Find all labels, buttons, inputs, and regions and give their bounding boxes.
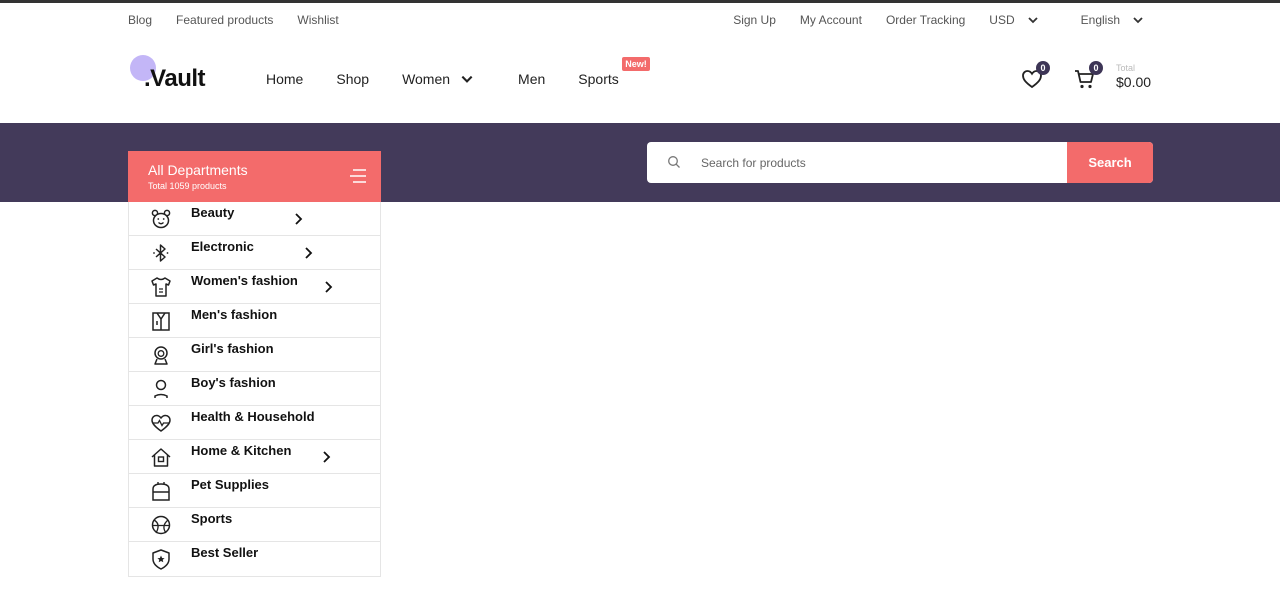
dept-item-best-seller[interactable]: Best Seller (129, 542, 380, 576)
dept-label: Girl's fashion (191, 341, 274, 356)
chevron-down-icon (1028, 17, 1038, 24)
pet-icon (152, 482, 170, 501)
nav-women-label: Women (402, 71, 451, 87)
dept-item-boys-fashion[interactable]: Boy's fashion (129, 372, 380, 406)
dept-label: Boy's fashion (191, 375, 276, 390)
sign-up-link[interactable]: Sign Up (733, 13, 776, 27)
dept-item-pet-supplies[interactable]: Pet Supplies (129, 474, 380, 508)
nav-sports-label: Sports (578, 71, 619, 87)
search-bar: Search (647, 142, 1153, 183)
chevron-right-icon (305, 247, 313, 259)
basketball-icon (151, 515, 171, 535)
dept-item-girls-fashion[interactable]: Girl's fashion (129, 338, 380, 372)
chevron-right-icon (323, 451, 331, 463)
wishlist-button[interactable]: 0 (1020, 61, 1050, 91)
shirt-icon (151, 277, 171, 297)
top-right-links: Sign Up My Account Order Tracking USD En… (709, 13, 1144, 27)
dept-label: Beauty (191, 205, 235, 220)
nav-home-label: Home (266, 71, 304, 87)
bear-icon (151, 209, 171, 229)
dept-label: Pet Supplies (191, 477, 270, 492)
bluetooth-icon (153, 244, 169, 262)
dept-label: Home & Kitchen (191, 443, 292, 458)
dept-item-health-household[interactable]: Health & Household (129, 406, 380, 440)
menu-icon (350, 169, 366, 183)
nav-men-label: Men (518, 71, 546, 87)
logo[interactable]: .Vault (128, 53, 228, 97)
dept-label: Electronic (191, 239, 254, 254)
dept-item-home-kitchen[interactable]: Home & Kitchen (129, 440, 380, 474)
dept-item-electronic[interactable]: Electronic (129, 236, 380, 270)
cart-button[interactable]: 0 (1073, 61, 1103, 91)
top-left-links: Blog Featured products Wishlist (128, 13, 339, 27)
dept-label: Men's fashion (191, 307, 278, 322)
cart-total-value: $0.00 (1116, 74, 1152, 90)
chevron-right-icon (295, 213, 303, 225)
dept-item-beauty[interactable]: Beauty (129, 202, 380, 236)
wishlist-link[interactable]: Wishlist (297, 13, 338, 27)
new-badge: New! (622, 57, 650, 71)
dept-item-womens-fashion[interactable]: Women's fashion (129, 270, 380, 304)
nav-shop[interactable]: Shop (336, 71, 369, 87)
jacket-icon (152, 312, 170, 331)
dept-item-sports[interactable]: Sports (129, 508, 380, 542)
dept-item-mens-fashion[interactable]: Men's fashion (129, 304, 380, 338)
search-button[interactable]: Search (1067, 142, 1153, 183)
featured-products-link[interactable]: Featured products (176, 13, 273, 27)
boy-icon (154, 379, 168, 398)
cart-count: 0 (1089, 61, 1103, 75)
shield-star-icon (152, 549, 170, 570)
search-input[interactable] (701, 142, 1061, 183)
dept-label: Sports (191, 511, 233, 526)
nav-shop-label: Shop (336, 71, 370, 87)
departments-subtitle: Total 1059 products (148, 181, 227, 191)
currency-dropdown[interactable]: USD (989, 13, 1038, 27)
departments-title: All Departments (148, 162, 248, 178)
main-header: .Vault Home Shop Women Men Sports New! 0… (0, 37, 1280, 123)
chevron-right-icon (325, 281, 333, 293)
house-icon (151, 448, 171, 467)
order-tracking-link[interactable]: Order Tracking (886, 13, 965, 27)
cart-total-label: Total (1116, 63, 1136, 73)
dept-label: Best Seller (191, 545, 259, 560)
nav-men[interactable]: Men (518, 71, 545, 87)
cart-total[interactable]: Total $0.00 (1116, 63, 1151, 90)
logo-text: .Vault (144, 65, 206, 92)
dept-label: Health & Household (191, 409, 315, 424)
blog-link[interactable]: Blog (128, 13, 152, 27)
main-nav: Home Shop Women Men Sports New! (266, 57, 652, 87)
nav-home[interactable]: Home (266, 71, 303, 87)
nav-women[interactable]: Women (402, 71, 474, 87)
chevron-down-icon (1133, 17, 1143, 24)
currency-label: USD (989, 13, 1015, 27)
nav-sports[interactable]: Sports New! (578, 57, 650, 87)
chevron-down-icon (461, 75, 473, 83)
dept-label: Women's fashion (191, 273, 298, 288)
wishlist-count: 0 (1036, 61, 1050, 75)
my-account-link[interactable]: My Account (800, 13, 862, 27)
language-label: English (1080, 13, 1120, 27)
departments-list: Beauty Electronic Women's fashion Men's … (128, 202, 381, 577)
top-bar: Blog Featured products Wishlist Sign Up … (0, 3, 1280, 37)
all-departments-toggle[interactable]: All Departments Total 1059 products (128, 151, 381, 202)
girl-icon (154, 346, 168, 365)
language-dropdown[interactable]: English (1081, 13, 1144, 27)
search-icon (668, 156, 680, 168)
heartbeat-icon (151, 414, 171, 432)
